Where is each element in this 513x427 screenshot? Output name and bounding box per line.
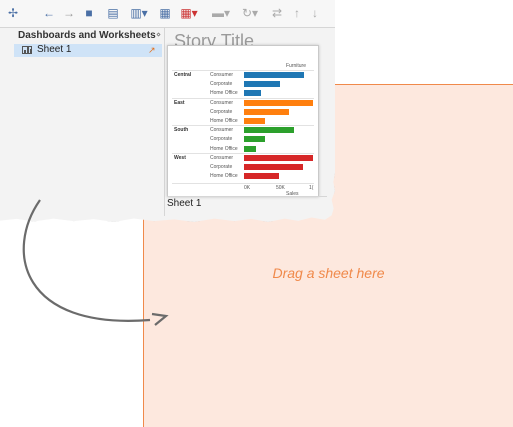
drag-arrow <box>22 199 169 326</box>
